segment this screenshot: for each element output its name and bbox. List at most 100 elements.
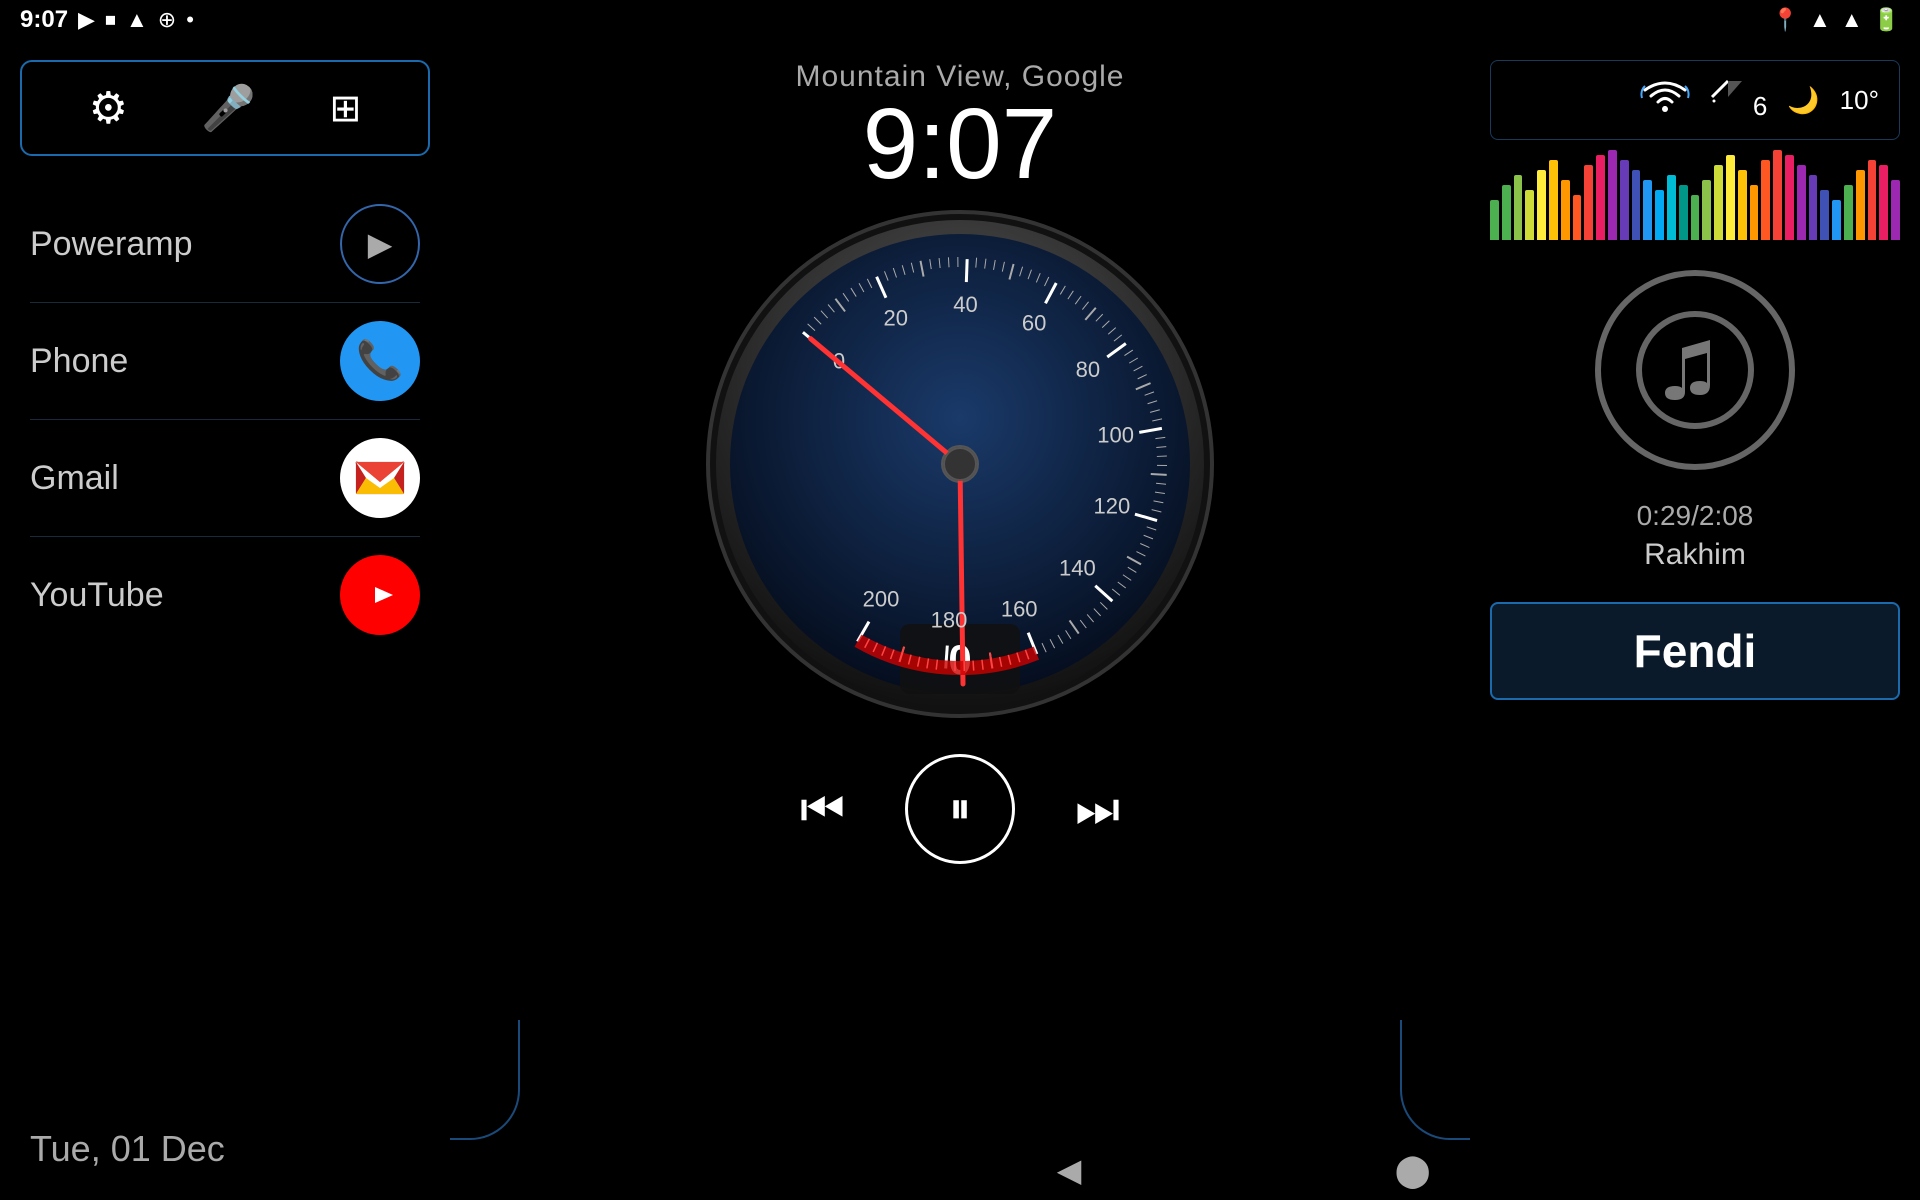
location-status-icon: 📍 [1772,7,1799,33]
status-time: 9:07 [20,6,68,34]
song-title-box: Fendi [1490,602,1900,700]
app-item-phone[interactable]: Phone 📞 [30,303,420,420]
eq-bar [1561,180,1570,240]
eq-bar [1655,190,1664,240]
eq-bar [1490,200,1499,240]
gmail-icon[interactable] [340,438,420,518]
wifi-status-icon: ▲ [1809,7,1831,33]
track-info: 0:29/2:08 Rakhim [1470,490,1920,592]
eq-bar [1702,180,1711,240]
eq-bar [1879,165,1888,240]
eq-bar [1750,185,1759,240]
eq-bar [1608,150,1617,240]
back-button[interactable]: ◀ [1057,1151,1082,1189]
status-right: 📍 ▲ ▲ 🔋 [1772,7,1900,33]
wifi-icon [1640,76,1690,124]
date-text: Tue, 01 Dec [30,1128,225,1169]
date-display: Tue, 01 Dec [0,1108,450,1200]
eq-bar [1797,165,1806,240]
svg-text:40: 40 [953,292,977,317]
music-controls: ⏮ ⏸ ⏭ [800,754,1120,864]
app-item-youtube[interactable]: YouTube [30,537,420,653]
right-panel: 6 🌙 10° 0:29/2:08 Rakhim Fendi [1470,40,1920,1200]
left-panel: ⚙ 🎤 ⊞ Poweramp ▶ Phone 📞 Gmail [0,40,450,1200]
header: Mountain View, Google 9:07 [796,40,1125,194]
svg-text:100: 100 [1097,422,1134,447]
status-left: 9:07 ▶ ⏹ ▲ ⊕ • [20,6,194,34]
song-title: Fendi [1634,625,1757,677]
eq-bar [1891,180,1900,240]
eq-bar [1726,155,1735,240]
eq-bar [1667,175,1676,240]
eq-bar [1738,170,1747,240]
settings-icon[interactable]: ⚙ [89,83,128,134]
svg-text:160: 160 [1001,596,1038,621]
track-artist: Rakhim [1490,538,1900,572]
notification-icon-1: ▲ [126,7,148,33]
eq-bar [1502,185,1511,240]
music-note-icon [1595,270,1795,470]
next-track-button[interactable]: ⏭ [1075,780,1120,839]
eq-bar [1596,155,1605,240]
weather-icon: 🌙 [1787,85,1819,116]
battery-icon: 🔋 [1873,7,1900,33]
eq-bar [1584,165,1593,240]
signal-status-icon: ▲ [1841,7,1863,33]
music-icon-wrap [1470,250,1920,490]
svg-text:140: 140 [1059,556,1096,581]
app-item-poweramp[interactable]: Poweramp ▶ [30,186,420,303]
notification-icon-2: ⊕ [158,7,176,33]
eq-bar [1537,170,1546,240]
eq-bar [1514,175,1523,240]
pause-icon: ⏸ [949,784,971,834]
pause-button[interactable]: ⏸ [905,754,1015,864]
eq-bar [1714,165,1723,240]
app-name-poweramp: Poweramp [30,225,193,264]
stop-icon: ⏹ [105,7,116,33]
clock-display: 9:07 [796,94,1125,194]
eq-bar [1856,170,1865,240]
apps-grid-icon[interactable]: ⊞ [329,86,361,131]
eq-bar [1785,155,1794,240]
svg-text:80: 80 [1076,357,1100,382]
app-name-gmail: Gmail [30,459,119,498]
temperature: 10° [1840,85,1879,116]
svg-text:60: 60 [1022,310,1046,335]
play-icon: ▶ [78,7,95,33]
prev-track-button[interactable]: ⏮ [800,780,845,839]
svg-text:200: 200 [863,587,900,612]
eq-bar [1525,190,1534,240]
poweramp-icon[interactable]: ▶ [340,204,420,284]
youtube-icon[interactable] [340,555,420,635]
status-bar: 9:07 ▶ ⏹ ▲ ⊕ • 📍 ▲ ▲ 🔋 [0,0,1920,40]
status-widgets: 6 🌙 10° [1490,60,1900,140]
eq-bar [1832,200,1841,240]
eq-bar [1549,160,1558,240]
app-list: Poweramp ▶ Phone 📞 Gmail [0,176,450,1108]
mic-icon[interactable]: 🎤 [201,82,256,134]
center-panel: Mountain View, Google 9:07 [450,40,1470,1200]
toolbar: ⚙ 🎤 ⊞ [20,60,430,156]
signal-strength: 6 [1710,79,1768,122]
eq-bar [1679,185,1688,240]
track-time: 0:29/2:08 [1490,500,1900,532]
svg-text:20: 20 [883,305,907,330]
eq-bar [1632,170,1641,240]
eq-bar [1643,180,1652,240]
app-item-gmail[interactable]: Gmail [30,420,420,537]
notification-dot: • [186,7,194,33]
eq-bar [1573,195,1582,240]
eq-bar [1868,160,1877,240]
app-name-youtube: YouTube [30,576,164,615]
eq-bar [1844,185,1853,240]
speedometer: 0 020406080100120140160180200 [700,204,1220,724]
eq-bar [1691,195,1700,240]
svg-text:180: 180 [931,607,968,632]
phone-icon[interactable]: 📞 [340,321,420,401]
eq-bar [1773,150,1782,240]
eq-bar [1809,175,1818,240]
home-button[interactable]: ⬤ [1395,1151,1431,1189]
eq-bar [1820,190,1829,240]
eq-bar [1761,160,1770,240]
eq-bar [1620,160,1629,240]
